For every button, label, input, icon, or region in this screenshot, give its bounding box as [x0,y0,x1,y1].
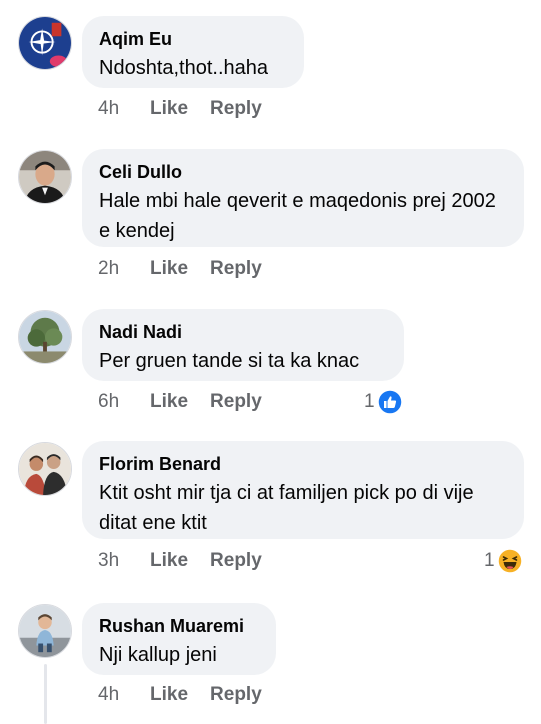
reaction-summary[interactable]: 1 [484,548,523,574]
comment-text: Hale mbi hale qeverit e maqedonis prej 2… [99,190,496,242]
comment-text: Ndoshta,thot..haha [99,57,269,79]
reaction-count: 1 [484,550,495,571]
comment-actions: 6h Like Reply [98,387,284,417]
comment-text: Per gruen tande si ta ka knac [99,350,360,372]
reply-button[interactable]: Reply [210,98,262,120]
comment-text: Nji kallup jeni [99,644,217,666]
tree-photo-avatar-icon [19,311,71,363]
man-portrait-avatar-icon [19,151,71,203]
comment-bubble: Celi Dullo Hale mbi hale qeverit e maqed… [82,149,524,247]
comment-author[interactable]: Nadi Nadi [99,321,387,343]
comment-actions: 2h Like Reply [98,254,284,284]
comment-author[interactable]: Rushan Muaremi [99,615,259,637]
reaction-summary[interactable]: 1 [364,389,403,415]
like-button[interactable]: Like [150,391,188,413]
haha-reaction-icon [496,548,523,574]
nato-flag-avatar-icon [19,17,71,69]
comment-time[interactable]: 6h [98,391,150,413]
comment-bubble: Nadi Nadi Per gruen tande si ta ka knac [82,309,404,381]
comment-time[interactable]: 4h [98,684,150,706]
comment-actions: 3h Like Reply [98,546,284,576]
reply-button[interactable]: Reply [210,258,262,280]
avatar[interactable] [18,604,72,658]
reply-button[interactable]: Reply [210,550,262,572]
reply-thread-line [44,664,47,724]
reaction-count: 1 [364,391,375,412]
avatar[interactable] [18,150,72,204]
like-button[interactable]: Like [150,684,188,706]
avatar[interactable] [18,442,72,496]
like-button[interactable]: Like [150,550,188,572]
comment-time[interactable]: 2h [98,258,150,280]
comment-bubble: Aqim Eu Ndoshta,thot..haha [82,16,304,88]
comment-author[interactable]: Celi Dullo [99,161,507,183]
comment-actions: 4h Like Reply [98,94,284,124]
reply-button[interactable]: Reply [210,391,262,413]
comment-author[interactable]: Florim Benard [99,453,507,475]
comment-bubble: Florim Benard Ktit osht mir tja ci at fa… [82,441,524,539]
comment-bubble: Rushan Muaremi Nji kallup jeni [82,603,276,675]
reply-button[interactable]: Reply [210,684,262,706]
like-button[interactable]: Like [150,98,188,120]
comment-author[interactable]: Aqim Eu [99,28,287,50]
couple-photo-avatar-icon [19,443,71,495]
child-photo-avatar-icon [19,605,71,657]
comment-actions: 4h Like Reply [98,680,284,710]
comment-text: Ktit osht mir tja ci at familjen pick po… [99,482,474,534]
like-reaction-icon [376,389,403,415]
avatar[interactable] [18,310,72,364]
avatar[interactable] [18,16,72,70]
comment-time[interactable]: 3h [98,550,150,572]
comment-time[interactable]: 4h [98,98,150,120]
like-button[interactable]: Like [150,258,188,280]
